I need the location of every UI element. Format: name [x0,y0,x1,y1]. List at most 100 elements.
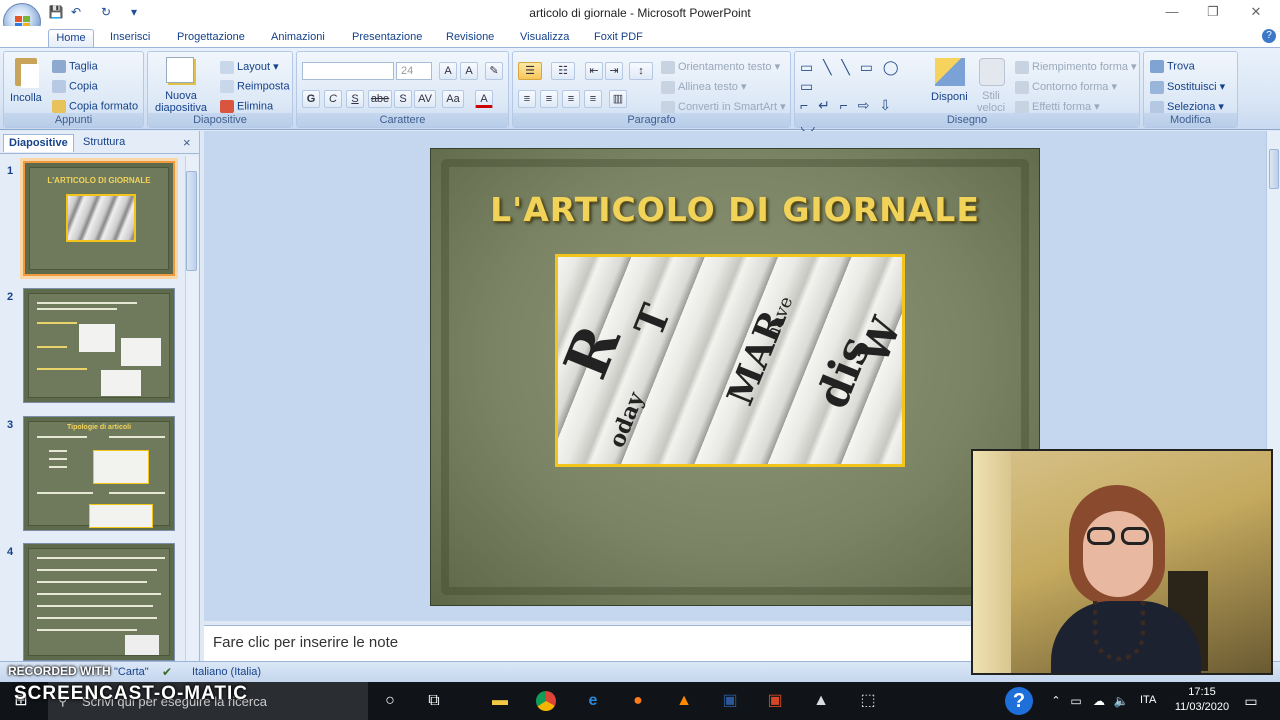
file-explorer-icon[interactable]: ▬ [487,689,513,713]
screen-recorder-icon[interactable]: ⬚ [855,689,881,713]
shadow-button[interactable]: S [394,90,412,108]
paste-icon[interactable] [9,56,43,90]
volume-icon[interactable]: 🔈 [1108,689,1134,713]
notifications-icon[interactable]: ▭ [1238,689,1264,713]
thumb-newspaper-image [66,194,136,242]
align-text-button[interactable]: Allinea testo ▾ [661,80,747,94]
reset-button[interactable]: Reimposta [220,80,290,93]
new-slide-button[interactable]: Nuova diapositiva [155,90,207,114]
powerpoint-icon[interactable]: ▣ [762,689,788,713]
delete-slide-button[interactable]: Elimina [220,100,273,113]
clock[interactable]: 17:15 11/03/2020 [1172,686,1232,713]
format-painter-button[interactable]: Copia formato [52,100,138,113]
layout-button[interactable]: Layout ▾ [220,60,279,74]
newspaper-image[interactable]: R T MAR have dis W oday [555,254,905,467]
spellcheck-icon[interactable]: ✔ [162,665,172,679]
columns-button[interactable]: ▥ [609,90,627,108]
slide-number: 3 [7,419,14,431]
undo-icon[interactable]: ↶ [68,4,84,20]
numbering-button[interactable]: ☷ [551,62,575,80]
cut-button[interactable]: Taglia [52,60,98,73]
word-icon[interactable]: ▣ [717,689,743,713]
select-button[interactable]: Seleziona ▾ [1150,100,1224,114]
underline-button[interactable]: S [346,90,364,108]
tab-foxit-pdf[interactable]: Foxit PDF [588,29,649,48]
replace-button[interactable]: Sostituisci ▾ [1150,80,1225,94]
arrange-button[interactable]: Disponi [931,91,968,103]
grow-font-button[interactable]: A [439,62,457,80]
keyboard-language[interactable]: ITA [1140,694,1156,706]
clear-format-button[interactable]: ✎ [485,62,503,80]
slide-thumbnail-3[interactable]: Tipologie di articoli [23,416,175,531]
copy-button[interactable]: Copia [52,80,98,93]
line-spacing-button[interactable]: ↕ [629,62,653,80]
task-view-icon[interactable]: ⧉ [421,689,447,713]
decrease-indent-button[interactable]: ⇤ [585,62,603,80]
chrome-icon[interactable] [533,689,559,713]
shapes-gallery[interactable]: ▭ ╲ ╲ ▭ ◯ ▭⌐ ↵ ⌐ ⇨ ⇩ ◯↘ ╮ ∩ ⌠ ⌡ ☆ [800,58,918,151]
smartart-button[interactable]: Converti in SmartArt ▾ [661,100,786,114]
restore-button[interactable]: ❐ [1204,4,1222,20]
shape-fill-button[interactable]: Riempimento forma ▾ [1015,60,1137,74]
increase-indent-button[interactable]: ⇥ [605,62,623,80]
tab-inserisci[interactable]: Inserisci [104,29,156,48]
redo-icon[interactable]: ↻ [98,4,114,20]
strikethrough-button[interactable]: abe [368,90,392,108]
slide-thumbnail-1[interactable]: L'ARTICOLO DI GIORNALE [23,161,175,276]
italic-button[interactable]: C [324,90,342,108]
firefox-icon[interactable]: ● [625,689,651,713]
language-status[interactable]: Italiano (Italia) [192,666,261,678]
tab-diapositive[interactable]: Diapositive [3,134,74,152]
save-icon[interactable]: 💾 [48,4,64,20]
change-case-button[interactable]: Aa [442,90,464,108]
new-slide-icon[interactable] [166,57,194,83]
tab-revisione[interactable]: Revisione [440,29,500,48]
align-left-button[interactable]: ≡ [518,90,536,108]
quick-styles-icon[interactable] [979,58,1005,86]
shape-outline-button[interactable]: Contorno forma ▾ [1015,80,1117,94]
font-size-field[interactable]: 24 [396,62,432,80]
tab-home[interactable]: Home [48,29,94,48]
paste-button[interactable]: Incolla [10,92,42,104]
group-diapositive: Nuova diapositiva Layout ▾ Reimposta Elim… [147,51,293,128]
close-button[interactable]: ✕ [1247,4,1265,20]
slide-title[interactable]: L'ARTICOLO DI GIORNALE [430,190,1040,229]
minimize-button[interactable]: — [1163,4,1181,20]
replace-icon [1150,80,1164,94]
panel-scroll-thumb[interactable] [186,171,197,271]
bold-button[interactable]: G [302,90,320,108]
slide-thumbnail-2[interactable] [23,288,175,403]
reset-icon [220,80,234,93]
vlc-icon[interactable]: ▲ [671,689,697,713]
font-name-field[interactable] [302,62,394,80]
slide-number: 4 [7,546,14,558]
quick-styles-button[interactable]: Stili veloci [973,90,1009,114]
customize-qat-icon[interactable]: ▾ [126,4,142,20]
find-button[interactable]: Trova [1150,60,1195,73]
slide-thumbnail-4[interactable] [23,543,175,661]
tab-animazioni[interactable]: Animazioni [265,29,331,48]
cortana-icon[interactable]: ○ [377,689,403,713]
shape-effects-button[interactable]: Effetti forma ▾ [1015,100,1100,114]
close-panel-icon[interactable]: × [183,135,191,150]
photos-icon[interactable]: ▲ [808,689,834,713]
edge-icon[interactable]: e [580,689,606,713]
tab-presentazione[interactable]: Presentazione [346,29,428,48]
align-right-button[interactable]: ≡ [562,90,580,108]
text-direction-button[interactable]: Orientamento testo ▾ [661,60,780,74]
tab-visualizza[interactable]: Visualizza [514,29,575,48]
arrange-icon[interactable] [935,58,965,86]
tab-progettazione[interactable]: Progettazione [171,29,251,48]
bullets-button[interactable]: ☰ [518,62,542,80]
group-label-disegno: Disegno [795,113,1139,127]
font-color-button[interactable]: A [475,90,493,108]
shrink-font-button[interactable]: A [460,62,478,80]
justify-button[interactable]: ≡ [584,90,602,108]
help-icon[interactable]: ? [1262,29,1276,43]
align-center-button[interactable]: ≡ [540,90,558,108]
char-spacing-button[interactable]: AV [414,90,436,108]
tab-struttura[interactable]: Struttura [78,134,130,152]
delete-icon [220,100,234,113]
canvas-scroll-thumb[interactable] [1269,149,1279,189]
help-tray-icon[interactable]: ? [1005,687,1033,715]
